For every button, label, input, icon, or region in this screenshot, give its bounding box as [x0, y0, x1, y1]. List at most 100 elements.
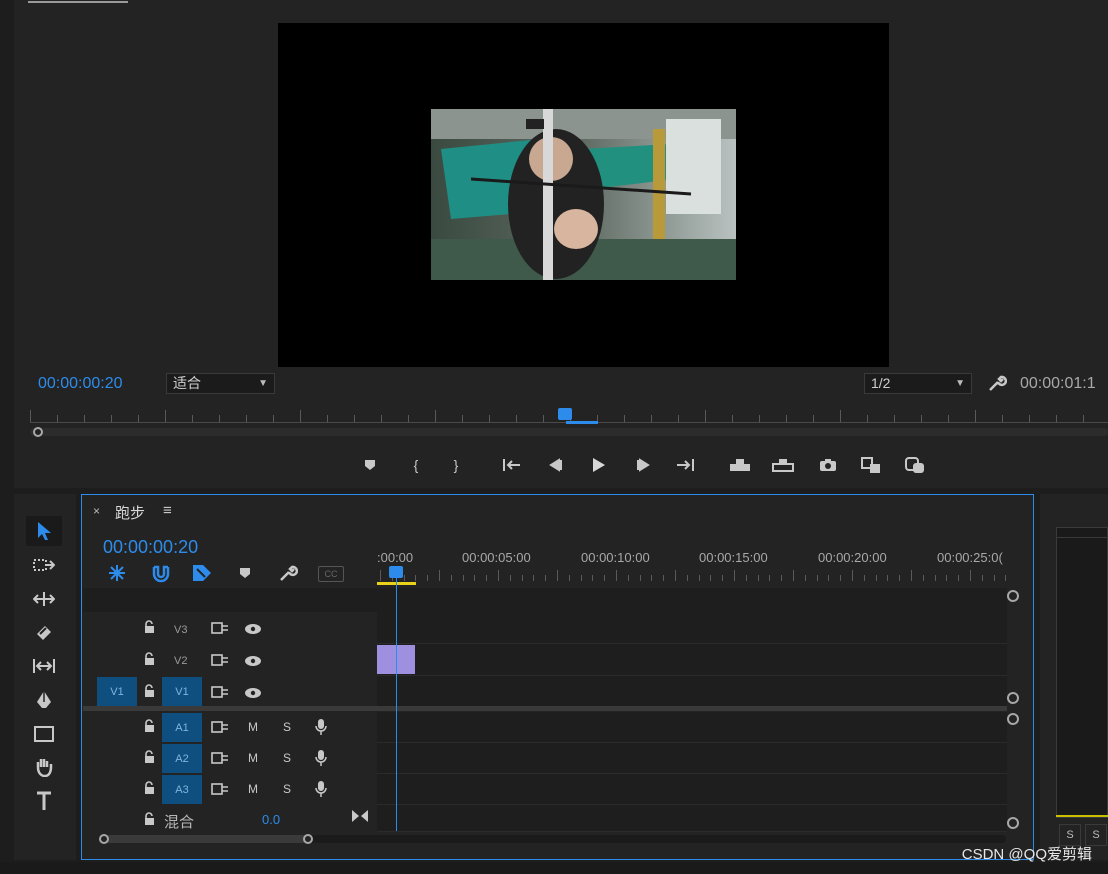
lock-icon[interactable] — [143, 620, 155, 634]
razor-tool-icon[interactable] — [26, 618, 62, 648]
track-lane-v3[interactable] — [377, 612, 1007, 644]
track-target-a3[interactable]: A3 — [162, 775, 202, 804]
sync-lock-icon[interactable] — [211, 720, 229, 733]
eye-icon[interactable] — [244, 686, 262, 698]
sync-lock-icon[interactable] — [211, 685, 229, 698]
mute-button[interactable]: M — [248, 782, 258, 796]
mark-out-button[interactable]: } — [444, 454, 468, 476]
step-back-button[interactable] — [544, 454, 568, 476]
go-to-in-button[interactable] — [500, 454, 524, 476]
track-select-tool-icon[interactable] — [26, 550, 62, 580]
lock-icon[interactable] — [143, 781, 155, 795]
audio-scroll-bottom-handle[interactable] — [1007, 817, 1019, 829]
sync-lock-icon[interactable] — [211, 751, 229, 764]
step-forward-button[interactable] — [631, 454, 655, 476]
nest-sequences-icon[interactable] — [106, 563, 128, 583]
chevron-down-icon: ▼ — [258, 378, 268, 389]
timeline-settings-wrench-icon[interactable] — [278, 563, 299, 583]
solo-button[interactable]: S — [283, 720, 291, 734]
track-header-v3[interactable] — [83, 612, 376, 643]
track-header-a1[interactable] — [83, 712, 376, 742]
mix-track-label: 混合 — [164, 814, 195, 831]
monitor-playhead[interactable] — [558, 408, 572, 420]
sync-lock-icon[interactable] — [211, 621, 229, 634]
source-patch-v1[interactable]: V1 — [97, 677, 137, 706]
track-area-top-spacer — [83, 588, 1007, 612]
rectangle-tool-icon[interactable] — [26, 719, 62, 749]
video-audio-divider[interactable] — [83, 706, 1007, 711]
eye-icon[interactable] — [244, 654, 262, 666]
go-to-audio-edit-icon[interactable] — [351, 809, 369, 823]
add-marker-button[interactable] — [358, 454, 382, 476]
extract-button[interactable] — [771, 454, 795, 476]
timeline-timecode[interactable]: 00:00:00:20 — [103, 537, 198, 558]
track-header-v2[interactable] — [83, 644, 376, 675]
play-button[interactable] — [586, 454, 610, 476]
solo-button[interactable]: S — [283, 751, 291, 765]
slip-tool-icon[interactable] — [26, 651, 62, 681]
track-name-v2: V2 — [174, 655, 188, 667]
zoom-scrollbar-handle[interactable] — [33, 427, 43, 437]
lock-icon[interactable] — [143, 750, 155, 764]
lock-icon[interactable] — [143, 652, 155, 666]
microphone-icon[interactable] — [315, 718, 327, 736]
eye-icon[interactable] — [244, 622, 262, 634]
close-sequence-tab-button[interactable]: × — [93, 504, 100, 518]
zoom-left-handle[interactable] — [99, 834, 109, 844]
mute-button[interactable]: M — [248, 751, 258, 765]
overwrite-button[interactable] — [903, 454, 927, 476]
track-header-a2[interactable] — [83, 743, 376, 773]
microphone-icon[interactable] — [315, 780, 327, 798]
captions-cc-icon[interactable]: CC — [318, 566, 344, 582]
go-to-out-button[interactable] — [673, 454, 697, 476]
track-header-a3[interactable] — [83, 774, 376, 804]
selection-tool-icon[interactable] — [26, 516, 62, 546]
track-target-a1[interactable]: A1 — [162, 713, 202, 742]
zoom-right-handle[interactable] — [303, 834, 313, 844]
pen-tool-icon[interactable] — [26, 685, 62, 715]
hand-tool-icon[interactable] — [26, 752, 62, 782]
ripple-edit-tool-icon[interactable] — [26, 584, 62, 614]
lock-icon[interactable] — [143, 684, 155, 698]
track-lane-v1[interactable] — [377, 676, 1007, 708]
lock-icon[interactable] — [143, 719, 155, 733]
ruler-label: 00:00:15:00 — [699, 550, 768, 565]
solo-button[interactable]: S — [283, 782, 291, 796]
chevron-down-icon: ▼ — [955, 378, 965, 389]
zoom-fit-label: 适合 — [173, 375, 201, 391]
add-marker-icon[interactable] — [238, 566, 254, 582]
audio-scroll-top-handle[interactable] — [1007, 713, 1019, 725]
sync-lock-icon[interactable] — [211, 653, 229, 666]
mark-in-button[interactable]: { — [404, 454, 428, 476]
export-frame-camera-icon[interactable] — [816, 454, 840, 476]
video-scroll-top-handle[interactable] — [1007, 590, 1019, 602]
playback-resolution-label: 1/2 — [871, 375, 891, 391]
timeline-playhead-line[interactable] — [396, 578, 397, 831]
microphone-icon[interactable] — [315, 749, 327, 767]
sequence-tab-title[interactable]: 跑步 — [115, 502, 145, 523]
track-lane-a2[interactable] — [377, 743, 1007, 774]
track-target-a2[interactable]: A2 — [162, 744, 202, 773]
linked-selection-icon[interactable] — [191, 563, 213, 583]
sync-lock-icon[interactable] — [211, 782, 229, 795]
lift-button[interactable] — [728, 454, 752, 476]
snap-magnet-icon[interactable] — [150, 563, 172, 583]
lock-icon[interactable] — [143, 812, 155, 826]
track-lane-v2[interactable] — [377, 644, 1007, 676]
monitor-zoom-scrollbar[interactable] — [30, 428, 1108, 436]
type-tool-icon[interactable] — [26, 786, 62, 816]
current-timecode[interactable]: 00:00:00:20 — [38, 375, 123, 393]
mute-button[interactable]: M — [248, 720, 258, 734]
mix-volume-value[interactable]: 0.0 — [262, 812, 280, 827]
settings-wrench-icon[interactable] — [987, 373, 1008, 393]
timeline-zoom-thumb[interactable] — [104, 835, 310, 843]
playback-resolution-dropdown[interactable]: 1/2 ▼ — [864, 373, 972, 394]
insert-button[interactable] — [859, 454, 883, 476]
panel-menu-icon[interactable]: ≡ — [163, 502, 172, 519]
track-target-v1[interactable]: V1 — [162, 677, 202, 706]
track-lane-a1[interactable] — [377, 712, 1007, 743]
track-lane-a3[interactable] — [377, 774, 1007, 805]
timeline-playhead-handle[interactable] — [389, 566, 403, 578]
video-scroll-bottom-handle[interactable] — [1007, 692, 1019, 704]
zoom-fit-dropdown[interactable]: 适合 ▼ — [166, 373, 275, 394]
